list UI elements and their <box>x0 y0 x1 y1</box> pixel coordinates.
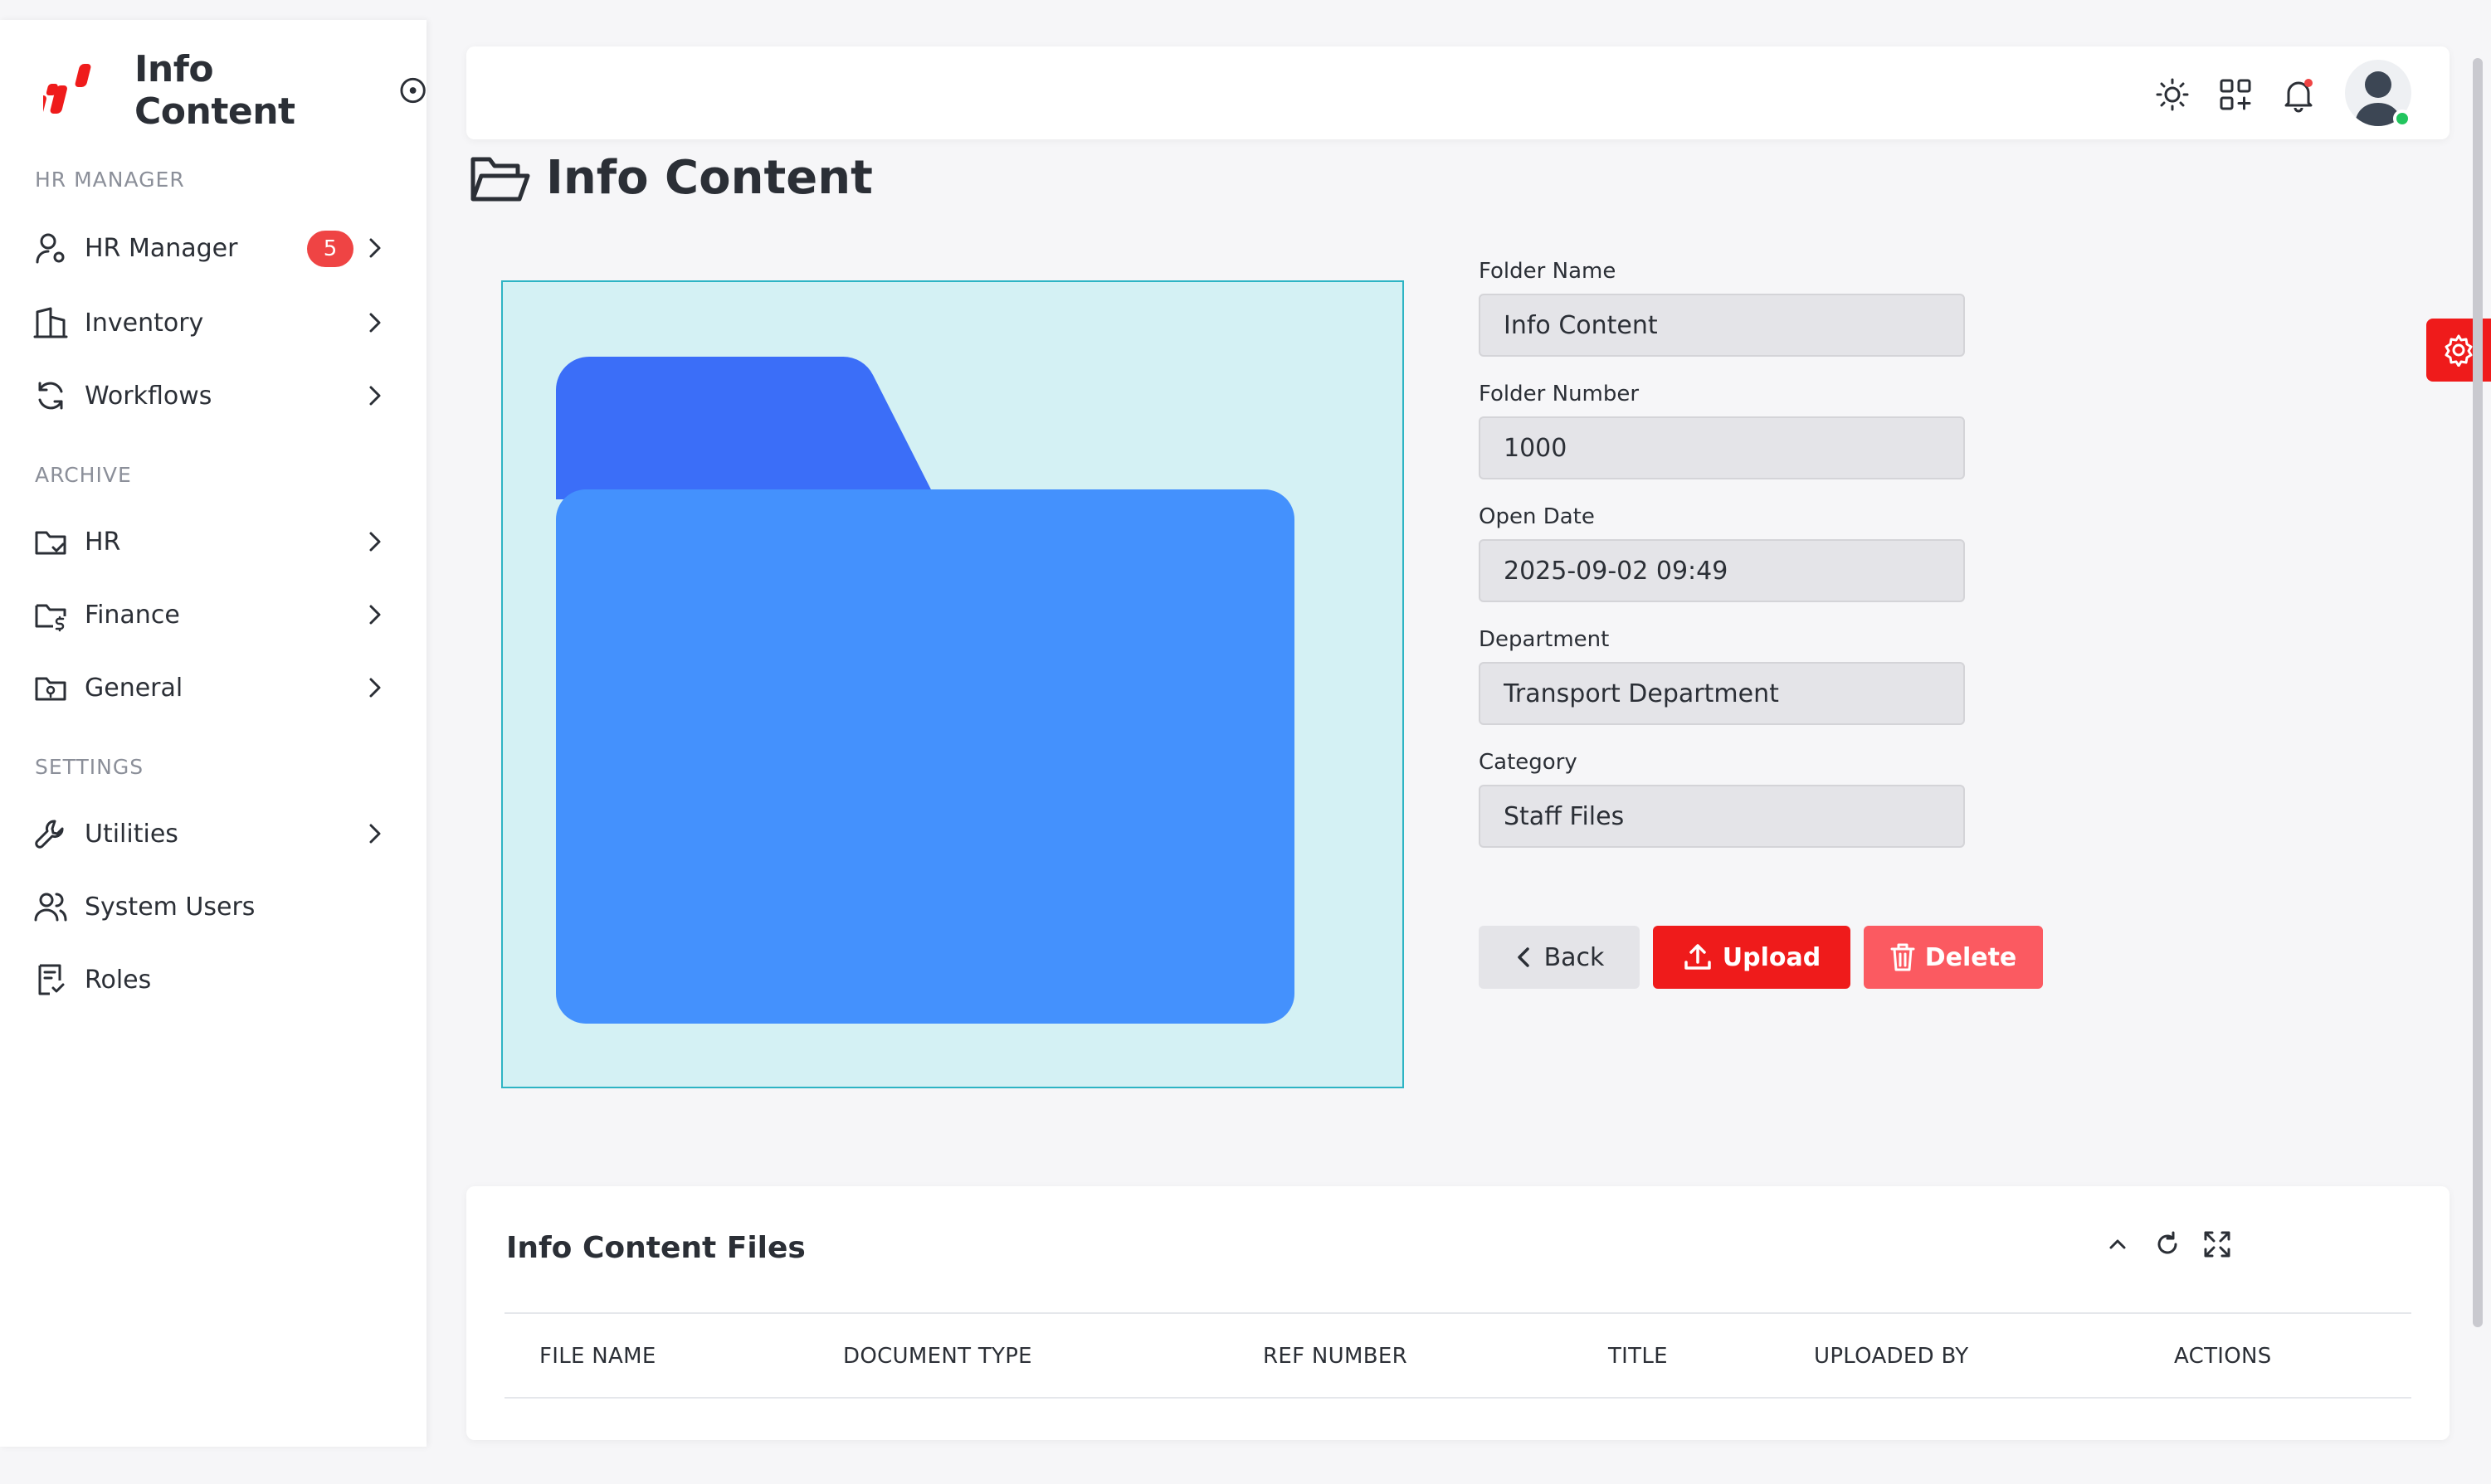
sidebar-item-hr[interactable]: HR <box>33 513 390 571</box>
sidebar-item-label: General <box>85 673 183 703</box>
open-date-label: Open Date <box>1479 504 1595 529</box>
building-icon <box>33 307 68 338</box>
category-field[interactable] <box>1479 785 1965 848</box>
trash-icon <box>1890 943 1915 971</box>
upload-button[interactable]: Upload <box>1653 926 1850 989</box>
online-status-indicator <box>2393 109 2411 128</box>
section-label-settings: SETTINGS <box>35 755 144 779</box>
gear-icon <box>2445 334 2473 367</box>
folder-name-field[interactable] <box>1479 294 1965 357</box>
notification-badge: 5 <box>307 231 353 267</box>
refresh-icon <box>38 382 63 410</box>
brand-logo-icon <box>32 59 96 122</box>
back-button[interactable]: Back <box>1479 926 1640 989</box>
sidebar-item-label: Roles <box>85 965 152 995</box>
brand[interactable]: Info Content <box>32 48 427 133</box>
column-title[interactable]: TITLE <box>1608 1344 1668 1369</box>
chevron-right-icon <box>369 238 381 258</box>
files-card: Info Content Files FILE NAME DOCUMENT TY… <box>466 1186 2450 1440</box>
reload-icon[interactable] <box>2151 1228 2184 1261</box>
sidebar-item-roles[interactable]: Roles <box>33 951 390 1009</box>
apps-grid-icon[interactable] <box>2217 76 2254 113</box>
wrench-icon <box>35 820 64 849</box>
scrollbar-thumb[interactable] <box>2473 58 2483 1327</box>
folder-name-label: Folder Name <box>1479 259 1616 284</box>
folder-dollar-icon <box>35 604 66 632</box>
circle-dot-icon[interactable] <box>399 76 427 105</box>
folder-number-label: Folder Number <box>1479 382 1640 406</box>
sidebar-item-label: Workflows <box>85 381 212 411</box>
files-table-header: FILE NAME DOCUMENT TYPE REF NUMBER TITLE… <box>505 1312 2411 1399</box>
sidebar-item-general[interactable]: General <box>33 659 390 717</box>
department-label: Department <box>1479 627 1610 652</box>
sun-icon[interactable] <box>2154 76 2191 113</box>
open-date-field[interactable] <box>1479 539 1965 602</box>
folder-number-field[interactable] <box>1479 416 1965 479</box>
folder-illustration-icon <box>556 356 1294 1024</box>
column-ref-number[interactable]: REF NUMBER <box>1263 1344 1407 1369</box>
department-field[interactable] <box>1479 662 1965 725</box>
sidebar-item-label: HR <box>85 527 121 557</box>
folder-open-icon <box>470 157 530 202</box>
bell-icon[interactable] <box>2280 76 2317 113</box>
chevron-left-icon <box>1517 947 1529 967</box>
back-button-label: Back <box>1543 942 1605 972</box>
category-label: Category <box>1479 750 1577 775</box>
column-document-type[interactable]: DOCUMENT TYPE <box>843 1344 1032 1369</box>
sidebar-item-utilities[interactable]: Utilities <box>33 805 390 863</box>
files-card-title: Info Content Files <box>506 1231 806 1265</box>
sidebar-item-finance[interactable]: Finance <box>33 586 390 644</box>
delete-button-label: Delete <box>1924 942 2017 972</box>
top-header <box>466 46 2450 139</box>
sidebar-item-inventory[interactable]: Inventory <box>33 294 390 352</box>
sidebar-item-label: Inventory <box>85 308 204 338</box>
clipboard-check-icon <box>38 964 65 995</box>
delete-button[interactable]: Delete <box>1864 926 2043 989</box>
upload-icon <box>1684 944 1711 970</box>
brand-title: Info Content <box>134 48 295 133</box>
upload-button-label: Upload <box>1722 942 1821 972</box>
sidebar-item-hr-manager[interactable]: HR Manager 5 <box>33 219 390 277</box>
expand-icon[interactable] <box>2201 1228 2234 1261</box>
page-title: Info Content <box>546 151 873 205</box>
chevron-right-icon <box>369 824 381 844</box>
user-cog-icon <box>36 233 65 264</box>
chevron-right-icon <box>369 678 381 698</box>
chevron-right-icon <box>369 532 381 552</box>
column-uploaded-by[interactable]: UPLOADED BY <box>1814 1344 1968 1369</box>
section-label-hr-manager: HR MANAGER <box>35 168 185 192</box>
sidebar-item-label: HR Manager <box>85 233 238 263</box>
folder-preview <box>501 280 1404 1088</box>
column-file-name[interactable]: FILE NAME <box>539 1344 656 1369</box>
sidebar: Info Content HR MANAGER HR Manager 5 Inv… <box>0 20 427 1447</box>
sidebar-item-workflows[interactable]: Workflows <box>33 367 390 425</box>
chevron-right-icon <box>369 605 381 625</box>
users-icon <box>34 893 67 922</box>
sidebar-item-system-users[interactable]: System Users <box>33 878 390 936</box>
sidebar-item-label: Finance <box>85 600 180 630</box>
sidebar-item-label: System Users <box>85 892 256 922</box>
section-label-archive: ARCHIVE <box>35 463 132 487</box>
chevron-up-icon[interactable] <box>2101 1228 2134 1261</box>
folder-check-icon <box>35 531 66 555</box>
chevron-right-icon <box>369 313 381 333</box>
chevron-right-icon <box>369 386 381 406</box>
column-actions: ACTIONS <box>2174 1344 2272 1369</box>
sidebar-item-label: Utilities <box>85 819 178 849</box>
folder-pin-icon <box>35 677 66 701</box>
